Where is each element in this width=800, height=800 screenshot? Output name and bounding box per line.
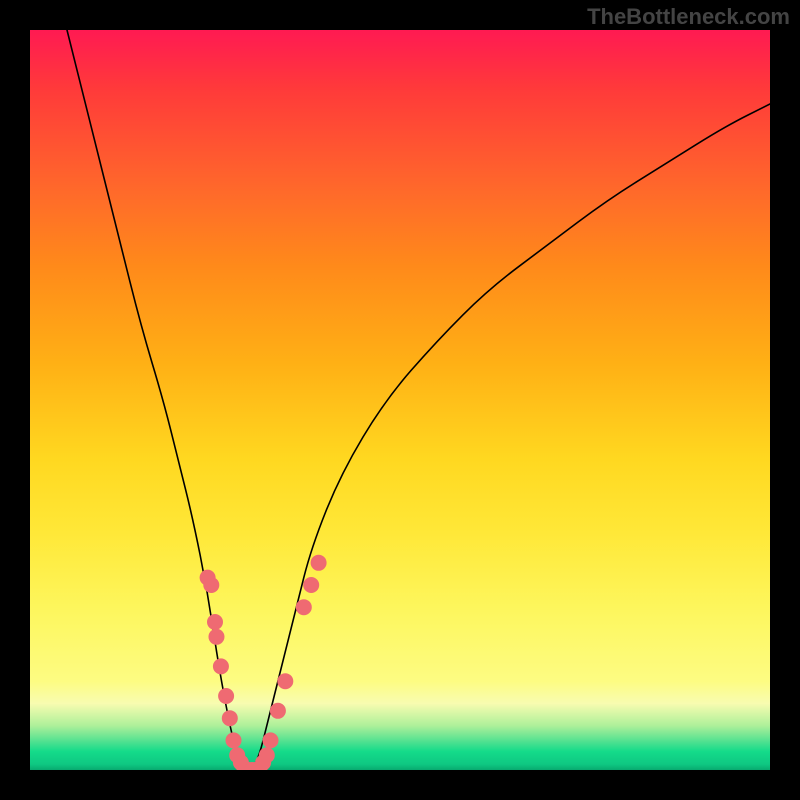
plot-area xyxy=(30,30,770,770)
watermark-text: TheBottleneck.com xyxy=(587,4,790,30)
data-point xyxy=(311,555,327,571)
data-point xyxy=(259,747,275,763)
data-point xyxy=(213,658,229,674)
data-point xyxy=(263,732,279,748)
data-point xyxy=(203,577,219,593)
chart-frame: TheBottleneck.com xyxy=(0,0,800,800)
points-layer xyxy=(30,30,770,770)
data-point xyxy=(207,614,223,630)
data-point xyxy=(303,577,319,593)
data-point xyxy=(277,673,293,689)
data-point xyxy=(222,710,238,726)
data-point xyxy=(218,688,234,704)
data-point xyxy=(270,703,286,719)
data-point xyxy=(296,599,312,615)
data-points xyxy=(200,555,327,770)
data-point xyxy=(226,732,242,748)
data-point xyxy=(208,629,224,645)
